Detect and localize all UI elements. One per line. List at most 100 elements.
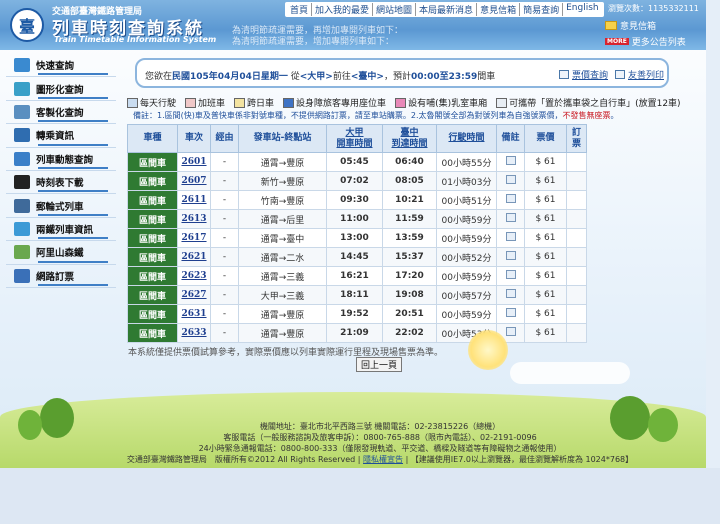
train-no-link[interactable]: 2601 (181, 157, 206, 167)
table-row: 區間車 2621- 通霄→二水 14:45 15:37 00小時52分 $ 61 (127, 247, 587, 267)
daily-icon[interactable] (505, 327, 516, 336)
daily-icon[interactable] (505, 289, 516, 298)
tra-logo-icon[interactable]: 臺 (10, 8, 44, 42)
tree-decoration (40, 398, 74, 438)
col-departure-header[interactable]: 大甲 開車時間 (326, 124, 383, 153)
sidebar-item-label: 快速查詢 (36, 61, 75, 73)
train-type-cell: 區間車 (127, 171, 178, 191)
top-nav: 首頁 加入我的最愛 網站地圖 本局最新消息 意見信箱 簡易查詢 English (285, 2, 604, 17)
sidebar-item-label: 列車動態查詢 (36, 154, 94, 166)
opinion-mailbox-link[interactable]: 意見信箱 (605, 19, 656, 32)
footer-emergency: 24小時緊急通報電話：0800-800-333（僅限發現軌道、平交道、橋樑及隧道… (198, 444, 562, 453)
train-no-link[interactable]: 2627 (181, 290, 206, 300)
fare-query-link[interactable]: 票價查詢 (559, 68, 608, 81)
route-cell: 通霄→三義 (238, 266, 327, 286)
remark-cell (496, 247, 525, 267)
cruise-train-icon (14, 198, 30, 213)
booking-cell (566, 171, 587, 191)
arrival-time-cell: 17:20 (382, 266, 437, 286)
legend-label: 可攜帶「置於攜車袋之自行車」(放置12車) (509, 99, 681, 109)
legend-item: 設有哺(集)乳室車廂 (395, 96, 487, 109)
nav-feedback[interactable]: 意見信箱 (477, 3, 521, 16)
arrival-time-cell: 10:21 (382, 190, 437, 210)
train-no-link[interactable]: 2613 (181, 214, 206, 224)
col-duration-header[interactable]: 行駛時間 (436, 124, 497, 153)
sidebar-item-bike-train[interactable]: 兩鐵列車資訊 (6, 218, 116, 242)
col-via-header: 經由 (210, 124, 239, 153)
daily-icon[interactable] (505, 194, 516, 203)
sidebar-item-alishan[interactable]: 阿里山森鐵 (6, 241, 116, 265)
train-no-cell: 2621 (177, 247, 211, 267)
daily-icon[interactable] (505, 232, 516, 241)
train-no-link[interactable]: 2633 (181, 328, 206, 338)
legend-label: 設有哺(集)乳室車廂 (408, 99, 488, 109)
sidebar-item-custom-query[interactable]: 客製化查詢 (6, 101, 116, 125)
privacy-link[interactable]: 隱私權宣告 (363, 455, 403, 464)
daily-icon[interactable] (505, 175, 516, 184)
daily-icon[interactable] (505, 213, 516, 222)
page: 臺 交通部臺灣鐵路管理局 列車時刻查詢系統 Train Timetable In… (0, 0, 720, 524)
booking-cell (566, 304, 587, 324)
departure-time-cell: 05:45 (326, 152, 383, 172)
train-no-link[interactable]: 2611 (181, 195, 206, 205)
envelope-icon (605, 21, 617, 30)
sidebar-underline (38, 213, 108, 216)
print-link[interactable]: 友善列印 (615, 68, 664, 81)
train-no-link[interactable]: 2617 (181, 233, 206, 243)
departure-time-cell: 16:21 (326, 266, 383, 286)
table-row: 區間車 2601- 通霄→豐原 05:45 06:40 00小時55分 $ 61 (127, 152, 587, 172)
site-header: 臺 交通部臺灣鐵路管理局 列車時刻查詢系統 Train Timetable In… (0, 0, 706, 50)
train-no-cell: 2631 (177, 304, 211, 324)
train-type-cell: 區間車 (127, 266, 178, 286)
nav-sitemap[interactable]: 網站地圖 (373, 3, 417, 16)
train-no-link[interactable]: 2631 (181, 309, 206, 319)
remark-cell (496, 285, 525, 305)
fare-cell: $ 61 (524, 247, 567, 267)
daily-icon[interactable] (505, 251, 516, 260)
booking-cell (566, 228, 587, 248)
nav-add-favorite[interactable]: 加入我的最愛 (312, 3, 374, 16)
sidebar-item-label: 轉乘資訊 (36, 131, 75, 143)
sidebar-underline (38, 237, 108, 240)
arrival-time-cell: 22:02 (382, 323, 437, 343)
sidebar-item-cruise-train[interactable]: 郵輪式列車 (6, 194, 116, 218)
booking-label-top: 訂 (571, 127, 581, 138)
daily-icon[interactable] (505, 156, 516, 165)
sidebar-item-quick-query[interactable]: 快速查詢 (6, 54, 116, 78)
sidebar-underline (38, 120, 108, 123)
legend-label: 加班車 (198, 99, 226, 109)
back-button[interactable]: 回上一頁 (356, 357, 402, 372)
nav-home[interactable]: 首頁 (287, 3, 313, 16)
nav-simple-query[interactable]: 簡易查詢 (520, 3, 564, 16)
departure-time-cell: 09:30 (326, 190, 383, 210)
nav-news[interactable]: 本局最新消息 (416, 3, 478, 16)
fare-cell: $ 61 (524, 209, 567, 229)
query-to-word: 前往 (332, 72, 351, 82)
route-cell: 通霄→豐原 (238, 323, 327, 343)
train-no-cell: 2611 (177, 190, 211, 210)
train-no-link[interactable]: 2607 (181, 176, 206, 186)
sidebar-item-transfer-info[interactable]: 轉乘資訊 (6, 124, 116, 148)
sidebar-item-train-status[interactable]: 列車動態查詢 (6, 148, 116, 171)
booking-cell (566, 285, 587, 305)
sidebar-item-timetable-download[interactable]: 時刻表下載 (6, 171, 116, 195)
announcement-marquee[interactable]: 為清明節疏運需要，再增加專開列車如下： 為清明節疏運需要，增加專開列車如下： (232, 26, 432, 48)
col-train-no-header: 車次 (177, 124, 211, 153)
train-type-cell: 區間車 (127, 228, 178, 248)
arrival-time-cell: 11:59 (382, 209, 437, 229)
table-row: 區間車 2611- 竹南→豐原 09:30 10:21 00小時51分 $ 61 (127, 190, 587, 210)
sidebar-item-graphic-query[interactable]: 圖形化查詢 (6, 77, 116, 101)
duration-cell: 01小時03分 (436, 171, 497, 191)
more-announcements-link[interactable]: MORE 更多公告列表 (605, 35, 686, 48)
sidebar-item-online-booking[interactable]: 網路訂票 (6, 265, 116, 288)
train-no-link[interactable]: 2621 (181, 252, 206, 262)
daily-icon[interactable] (505, 270, 516, 279)
col-arrival-header[interactable]: 臺中 到達時間 (382, 124, 437, 153)
duration-cell: 00小時55分 (436, 152, 497, 172)
sidebar-item-label: 郵輪式列車 (36, 201, 84, 213)
nav-english[interactable]: English (563, 3, 602, 16)
sidebar-item-label: 阿里山森鐵 (36, 248, 84, 260)
daily-icon[interactable] (505, 308, 516, 317)
train-no-link[interactable]: 2623 (181, 271, 206, 281)
route-cell: 通霄→后里 (238, 209, 327, 229)
